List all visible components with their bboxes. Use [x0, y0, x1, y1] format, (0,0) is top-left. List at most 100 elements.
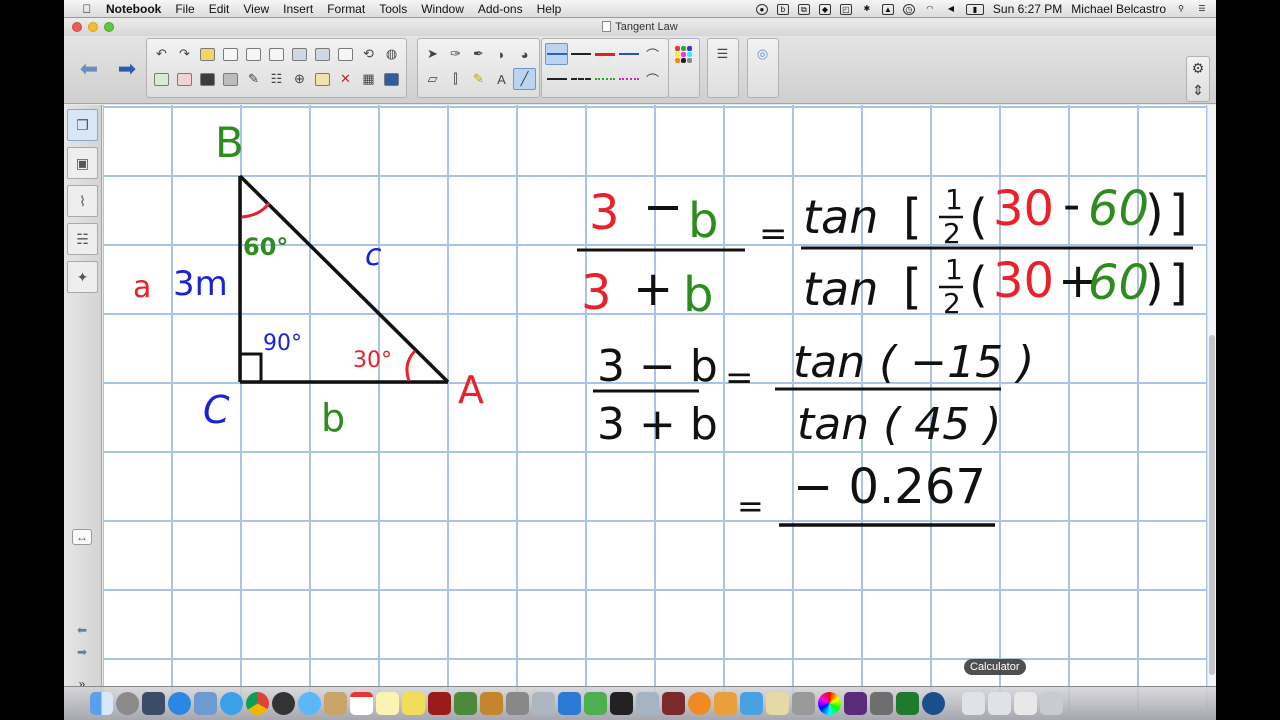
app-store-icon[interactable]	[168, 692, 191, 715]
properties-icon[interactable]: ☷	[265, 68, 288, 90]
b-status-icon[interactable]: b	[776, 3, 789, 15]
app-status-icon[interactable]: ◆	[818, 3, 831, 15]
attachments-tab[interactable]: ⌇	[67, 185, 98, 217]
globe-tool-icon[interactable]: ◍	[380, 43, 403, 65]
browser-c-icon[interactable]	[558, 692, 581, 715]
sidebar-right-arrow-icon[interactable]: ➡	[72, 645, 92, 661]
volume-icon[interactable]: ◀	[945, 4, 957, 15]
vertical-scrollbar[interactable]	[1207, 105, 1216, 710]
stack-folder-icon[interactable]	[1014, 692, 1037, 715]
select-arrow-icon[interactable]: ➤	[421, 43, 444, 65]
line-style-dashed-icon[interactable]	[569, 68, 592, 90]
capture-icon[interactable]	[334, 43, 357, 65]
properties-tab[interactable]: ☵	[67, 223, 98, 255]
text-icon[interactable]: A	[490, 68, 513, 90]
line-style-red-icon[interactable]	[593, 43, 616, 65]
preview-icon[interactable]	[636, 692, 659, 715]
highlighter-icon[interactable]: ✎	[467, 68, 490, 90]
creative-pen-icon[interactable]: ⫿	[444, 68, 467, 90]
calendar-icon[interactable]	[350, 692, 373, 715]
close-window-button[interactable]	[72, 22, 82, 32]
garageband-icon[interactable]	[480, 692, 503, 715]
green-app-icon[interactable]	[584, 692, 607, 715]
bluetooth-status-icon[interactable]: ✱	[861, 4, 873, 15]
camera-icon[interactable]	[219, 68, 242, 90]
dark-app-icon[interactable]	[610, 692, 633, 715]
display-icon[interactable]	[288, 43, 311, 65]
notification-center-icon[interactable]: ☰	[1196, 4, 1208, 15]
line-style-green-dotted-icon[interactable]	[593, 68, 616, 90]
line-thickness-icon[interactable]: ☰	[711, 43, 734, 65]
photos-icon[interactable]	[454, 692, 477, 715]
mission-control-icon[interactable]	[142, 692, 165, 715]
presentation-icon[interactable]	[311, 43, 334, 65]
tools-icon[interactable]	[792, 692, 815, 715]
menu-format[interactable]: Format	[327, 2, 365, 16]
window-app-icon[interactable]	[532, 692, 555, 715]
spotlight-search-icon[interactable]: ⚲	[1175, 4, 1187, 15]
pen-icon[interactable]: ✒	[467, 43, 490, 65]
safari-icon[interactable]	[220, 692, 243, 715]
line-style-black-icon[interactable]	[545, 43, 568, 65]
line-style-blue-arrow-icon[interactable]	[617, 43, 640, 65]
previous-page-button[interactable]: ⬅	[76, 56, 102, 82]
trash-icon[interactable]	[1040, 692, 1063, 715]
sync-status-icon[interactable]: ⧉	[797, 3, 810, 15]
add-page-icon[interactable]	[150, 68, 173, 90]
menu-view[interactable]: View	[243, 2, 269, 16]
documents-folder-icon[interactable]	[962, 692, 985, 715]
stickies-icon[interactable]	[402, 692, 425, 715]
save-icon[interactable]	[196, 68, 219, 90]
screen-shade-icon[interactable]	[242, 43, 265, 65]
line-tool-icon[interactable]: ╱	[513, 68, 536, 90]
magic-pen-icon[interactable]: ✑	[444, 43, 467, 65]
menu-edit[interactable]: Edit	[209, 2, 230, 16]
table-icon[interactable]: ▦	[357, 68, 380, 90]
ibooks-icon[interactable]	[688, 692, 711, 715]
menu-help[interactable]: Help	[537, 2, 562, 16]
launchpad-icon[interactable]	[116, 692, 139, 715]
line-style-arc2-icon[interactable]: ⌒	[641, 68, 664, 90]
zoom-icon[interactable]: ⊕	[288, 68, 311, 90]
zoom-window-button[interactable]	[104, 22, 114, 32]
menu-tools[interactable]: Tools	[379, 2, 407, 16]
transparency-icon[interactable]: ◎	[751, 43, 774, 65]
picture-status-icon[interactable]: ◰	[839, 3, 852, 15]
grapher-icon[interactable]	[896, 692, 919, 715]
menubar-clock[interactable]: Sun 6:27 PM	[993, 2, 1062, 16]
line-style-arc-icon[interactable]: ⌒	[641, 43, 664, 65]
menu-window[interactable]: Window	[421, 2, 464, 16]
delete-icon[interactable]: ✕	[334, 68, 357, 90]
record-status-icon[interactable]: ●	[755, 3, 768, 15]
notes-icon[interactable]	[376, 692, 399, 715]
time-machine-icon[interactable]: ◷	[902, 3, 915, 15]
page-sorter-tab[interactable]: ❐	[67, 109, 98, 141]
eraser-icon[interactable]: ▱	[421, 68, 444, 90]
scrollbar-thumb[interactable]	[1209, 335, 1215, 675]
minimize-window-button[interactable]	[88, 22, 98, 32]
contacts-icon[interactable]	[324, 692, 347, 715]
script-icon[interactable]	[766, 692, 789, 715]
photo-booth-icon[interactable]	[428, 692, 451, 715]
smart-notebook-icon[interactable]	[844, 692, 867, 715]
fill-icon[interactable]: ◕	[513, 43, 536, 65]
close-box-icon[interactable]	[380, 68, 403, 90]
line-style-magenta-dotted-icon[interactable]	[617, 68, 640, 90]
full-screen-icon[interactable]	[265, 43, 288, 65]
finder-icon[interactable]	[90, 692, 113, 715]
gallery-tab[interactable]: ▣	[67, 147, 98, 179]
redo-icon[interactable]: ↷	[173, 43, 196, 65]
wifi-icon[interactable]: ◠	[924, 4, 936, 15]
airplay-status-icon[interactable]: ▲	[881, 3, 894, 15]
chrome-icon[interactable]	[246, 692, 269, 715]
quicktime-icon[interactable]	[922, 692, 945, 715]
delete-page-icon[interactable]	[173, 68, 196, 90]
menu-addons[interactable]: Add-ons	[478, 2, 523, 16]
camera-app-icon[interactable]	[272, 692, 295, 715]
menu-insert[interactable]: Insert	[283, 2, 313, 16]
toolbar-settings-button[interactable]: ⚙ ⇕	[1186, 56, 1210, 102]
color-palette-icon[interactable]	[672, 43, 695, 65]
paste-icon[interactable]	[219, 43, 242, 65]
menubar-user[interactable]: Michael Belcastro	[1071, 2, 1166, 16]
menu-app-name[interactable]: Notebook	[106, 2, 161, 16]
